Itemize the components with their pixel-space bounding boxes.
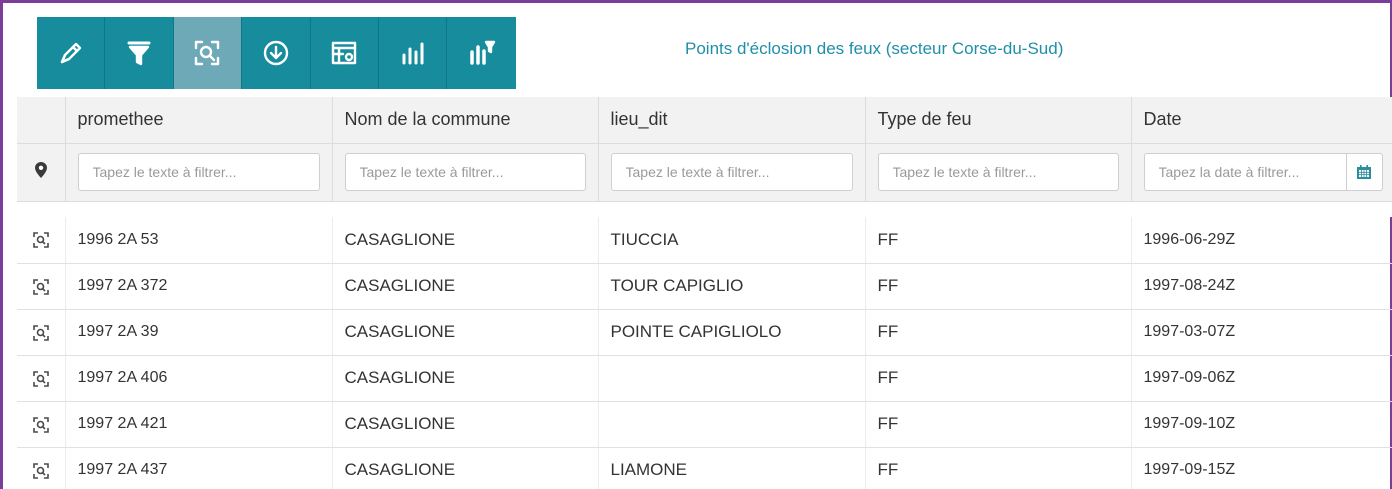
- chart-filter-icon: [469, 40, 495, 65]
- zoom-extent-icon: [32, 368, 50, 387]
- bar-chart-icon: [402, 42, 424, 65]
- filter-input-promethee[interactable]: [77, 153, 320, 191]
- cell-promethee: 1997 2A 437: [65, 447, 333, 489]
- filter-input-lieu-dit[interactable]: [610, 153, 853, 191]
- header-blank: [17, 97, 66, 144]
- cell-commune: CASAGLIONE: [332, 263, 599, 310]
- calendar-icon: [1357, 165, 1371, 179]
- cell-promethee: 1997 2A 372: [65, 263, 333, 310]
- header-promethee[interactable]: promethee: [65, 97, 333, 144]
- cell-lieu-dit: [598, 355, 866, 402]
- cell-promethee: 1996 2A 53: [65, 217, 333, 264]
- header-date[interactable]: Date: [1131, 97, 1392, 144]
- table-row[interactable]: 1997 2A 406 CASAGLIONE FF 1997-09-06Z: [17, 355, 1392, 402]
- cell-promethee: 1997 2A 39: [65, 309, 333, 356]
- cell-lieu-dit: [598, 401, 866, 448]
- cell-date: 1996-06-29Z: [1131, 217, 1392, 264]
- zoom-to-feature-button[interactable]: [17, 309, 66, 356]
- table-row[interactable]: 1996 2A 53 CASAGLIONE TIUCCIA FF 1996-06…: [17, 217, 1392, 264]
- filter-input-type-feu[interactable]: [877, 153, 1119, 191]
- filter-input-commune[interactable]: [344, 153, 586, 191]
- cell-date: 1997-09-06Z: [1131, 355, 1392, 402]
- zoom-extent-icon: [32, 230, 50, 249]
- cell-type-feu: FF: [865, 217, 1132, 264]
- cell-type-feu: FF: [865, 263, 1132, 310]
- cell-commune: CASAGLIONE: [332, 355, 599, 402]
- widget-frame: Points d'éclosion des feux (secteur Cors…: [0, 0, 1392, 489]
- zoom-to-feature-button[interactable]: [17, 447, 66, 489]
- zoom-to-feature-button[interactable]: [17, 355, 66, 402]
- header-type-feu[interactable]: Type de feu: [865, 97, 1132, 144]
- filter-marker-cell: [17, 143, 66, 202]
- zoom-to-feature-button[interactable]: [17, 401, 66, 448]
- chart-filter-button[interactable]: [447, 17, 515, 89]
- pencil-icon: [60, 42, 81, 64]
- date-filter: [1143, 153, 1383, 191]
- cell-commune: CASAGLIONE: [332, 309, 599, 356]
- table-row[interactable]: 1997 2A 372 CASAGLIONE TOUR CAPIGLIO FF …: [17, 263, 1392, 310]
- zoom-extent-icon: [195, 40, 220, 66]
- cell-date: 1997-09-15Z: [1131, 447, 1392, 489]
- cell-type-feu: FF: [865, 447, 1132, 489]
- filter-button[interactable]: [105, 17, 174, 89]
- cell-type-feu: FF: [865, 309, 1132, 356]
- zoom-extent-icon: [32, 414, 50, 433]
- cell-commune: CASAGLIONE: [332, 447, 599, 489]
- cell-commune: CASAGLIONE: [332, 401, 599, 448]
- header-commune[interactable]: Nom de la commune: [332, 97, 599, 144]
- cell-type-feu: FF: [865, 401, 1132, 448]
- cell-promethee: 1997 2A 421: [65, 401, 333, 448]
- table-settings-button[interactable]: [311, 17, 379, 89]
- download-button[interactable]: [242, 17, 311, 89]
- spacer-row: [17, 201, 1392, 217]
- cell-date: 1997-09-10Z: [1131, 401, 1392, 448]
- map-marker-icon: [34, 161, 47, 178]
- calendar-button[interactable]: [1346, 153, 1383, 191]
- cell-type-feu: FF: [865, 355, 1132, 402]
- filter-cell-commune: [332, 143, 599, 202]
- cell-promethee: 1997 2A 406: [65, 355, 333, 402]
- cell-commune: CASAGLIONE: [332, 217, 599, 264]
- cell-lieu-dit: TOUR CAPIGLIO: [598, 263, 866, 310]
- zoom-extent-button[interactable]: [173, 17, 243, 89]
- cell-date: 1997-08-24Z: [1131, 263, 1392, 310]
- zoom-extent-icon: [32, 322, 50, 341]
- zoom-extent-icon: [32, 460, 50, 479]
- filter-cell-date: [1131, 143, 1392, 202]
- edit-button[interactable]: [37, 17, 106, 89]
- layer-title: Points d'éclosion des feux (secteur Cors…: [685, 39, 1064, 58]
- cell-date: 1997-03-07Z: [1131, 309, 1392, 356]
- zoom-to-feature-button[interactable]: [17, 217, 66, 264]
- filter-cell-type-feu: [865, 143, 1132, 202]
- filter-row: [17, 143, 1392, 202]
- filter-cell-lieu-dit: [598, 143, 866, 202]
- table-settings-icon: [332, 41, 357, 65]
- filter-input-date[interactable]: [1143, 153, 1347, 191]
- attribute-table: promethee Nom de la commune lieu_dit Typ…: [17, 97, 1392, 489]
- zoom-to-feature-button[interactable]: [17, 263, 66, 310]
- download-icon: [263, 40, 289, 66]
- zoom-extent-icon: [32, 276, 50, 295]
- header-row: promethee Nom de la commune lieu_dit Typ…: [17, 97, 1392, 144]
- header-lieu-dit[interactable]: lieu_dit: [598, 97, 866, 144]
- toolbar: [37, 17, 516, 89]
- filter-icon: [127, 41, 151, 66]
- table-row[interactable]: 1997 2A 421 CASAGLIONE FF 1997-09-10Z: [17, 401, 1392, 448]
- cell-lieu-dit: TIUCCIA: [598, 217, 866, 264]
- cell-lieu-dit: POINTE CAPIGLIOLO: [598, 309, 866, 356]
- table-row[interactable]: 1997 2A 437 CASAGLIONE LIAMONE FF 1997-0…: [17, 447, 1392, 489]
- filter-cell-promethee: [65, 143, 333, 202]
- statistics-button[interactable]: [379, 17, 448, 89]
- cell-lieu-dit: LIAMONE: [598, 447, 866, 489]
- table-row[interactable]: 1997 2A 39 CASAGLIONE POINTE CAPIGLIOLO …: [17, 309, 1392, 356]
